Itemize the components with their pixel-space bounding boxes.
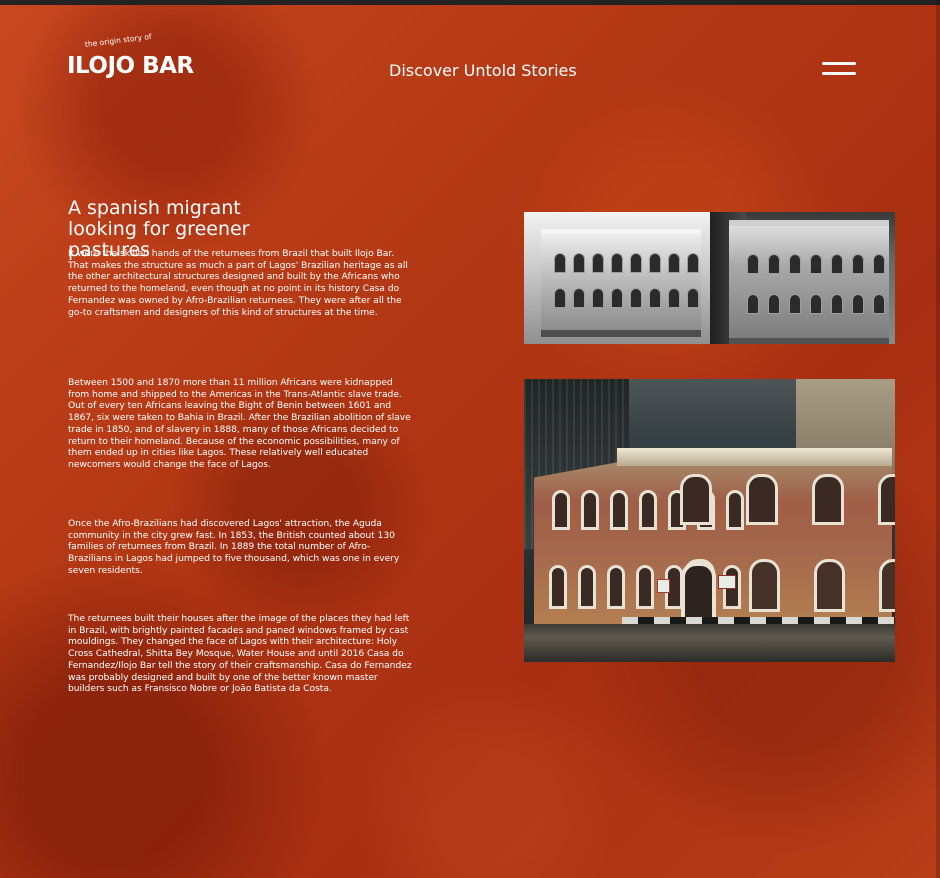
logo-title: ILOJO BAR bbox=[67, 53, 194, 79]
wall-sign bbox=[718, 575, 736, 589]
building-window-row bbox=[554, 288, 699, 308]
ilojo-bar-color-photo bbox=[524, 379, 895, 662]
street-ground bbox=[524, 624, 895, 662]
menu-button[interactable] bbox=[822, 60, 856, 79]
article-content: A spanish migrant looking for greener pa… bbox=[68, 198, 413, 695]
building-window-row bbox=[554, 253, 699, 273]
building-cornice bbox=[617, 448, 892, 466]
article-paragraph-2: Between 1500 and 1870 more than 11 milli… bbox=[68, 377, 411, 470]
site-logo[interactable]: the origin story of ILOJO BAR bbox=[67, 32, 194, 82]
historic-building-comparison-photo bbox=[524, 212, 895, 344]
hamburger-menu-icon bbox=[822, 62, 856, 65]
article-paragraph-4: The returnees built their houses after t… bbox=[68, 613, 412, 695]
browser-top-bar bbox=[0, 0, 940, 5]
right-edge-shadow bbox=[936, 0, 940, 878]
wall-sign bbox=[657, 579, 670, 593]
header-title[interactable]: Discover Untold Stories bbox=[389, 61, 577, 81]
upper-window-row bbox=[680, 474, 895, 525]
restored-building-facade bbox=[729, 220, 889, 344]
building-window-row bbox=[747, 254, 885, 274]
hamburger-menu-icon bbox=[822, 72, 856, 75]
historic-building-facade bbox=[541, 229, 701, 337]
article-paragraph-1: It were the skilled hands of the returne… bbox=[68, 248, 408, 318]
article-paragraph-3: Once the Afro-Brazilians had discovered … bbox=[68, 518, 400, 576]
building-window-row bbox=[747, 294, 885, 314]
